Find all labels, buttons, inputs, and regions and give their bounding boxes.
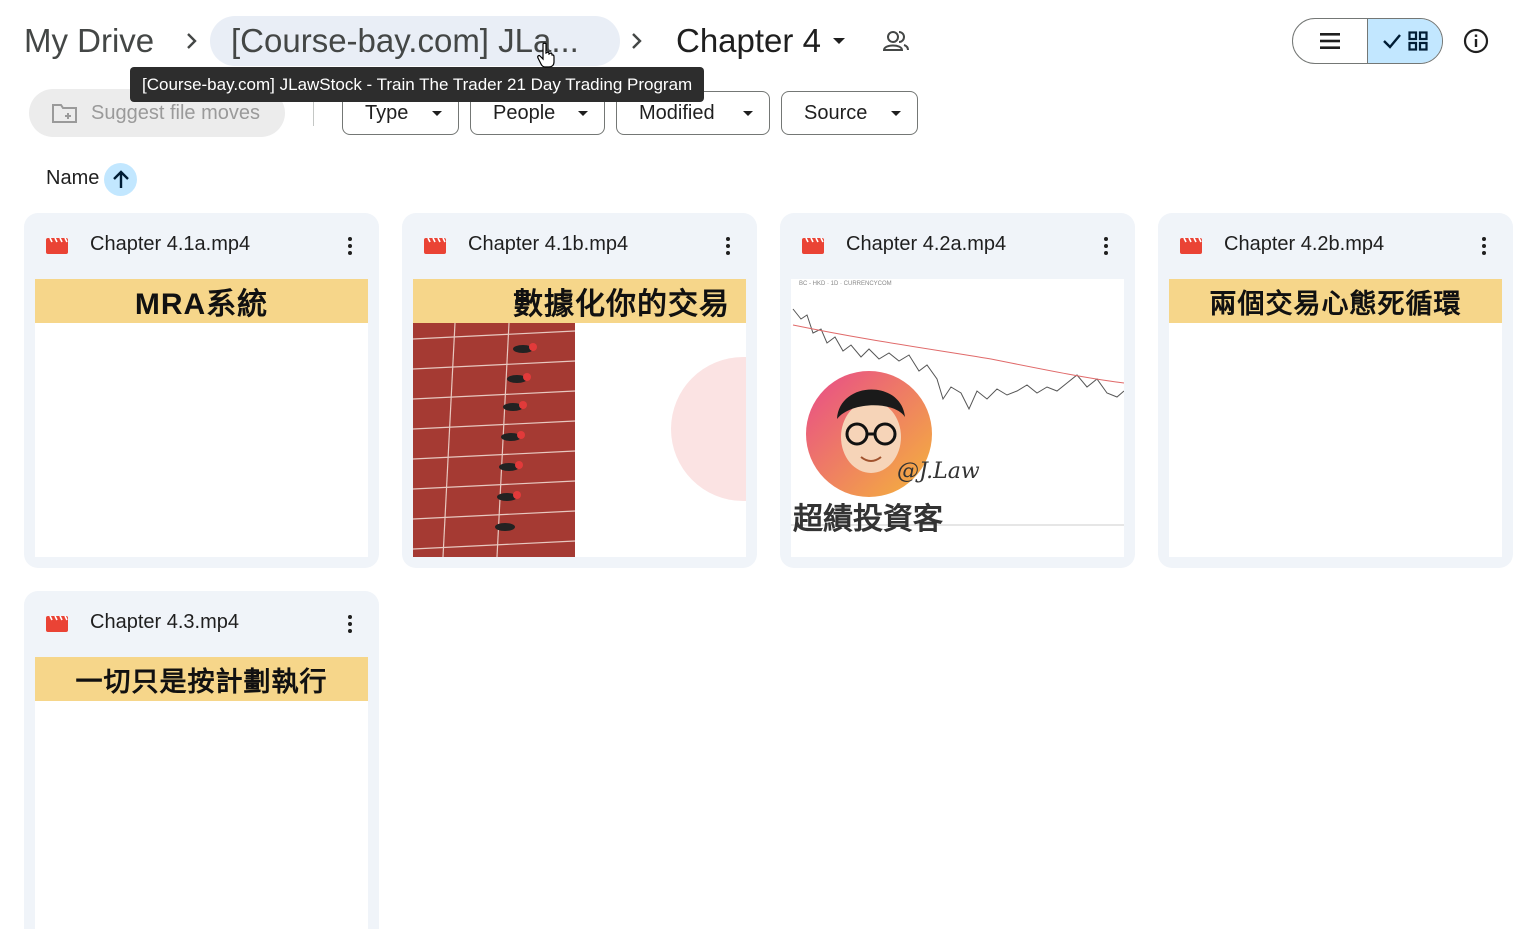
file-name: Chapter 4.3.mp4 xyxy=(90,611,239,633)
video-file-icon xyxy=(1180,237,1202,254)
filter-divider xyxy=(313,100,314,126)
file-thumbnail: 兩個交易心態死循環 xyxy=(1169,279,1502,557)
video-file-icon xyxy=(46,237,68,254)
file-name: Chapter 4.1b.mp4 xyxy=(468,233,629,255)
dropdown-arrow-icon xyxy=(578,110,588,116)
grid-view-button[interactable] xyxy=(1368,19,1442,63)
file-card[interactable]: Chapter 4.1b.mp4 數據化你的交易 xyxy=(402,213,757,568)
file-name: Chapter 4.2a.mp4 xyxy=(846,233,1007,255)
suggest-file-moves-label: Suggest file moves xyxy=(91,101,260,124)
list-view-button[interactable] xyxy=(1293,19,1368,63)
thumbnail-banner: 一切只是按計劃執行 xyxy=(35,657,368,701)
sort-direction-button[interactable] xyxy=(104,163,137,196)
thumbnail-banner: MRA系統 xyxy=(35,279,368,323)
folder-suggest-icon xyxy=(52,104,77,123)
thumbnail-overlay-text: 超績投資客 xyxy=(793,503,943,536)
file-thumbnail: MRA系統 xyxy=(35,279,368,557)
file-card[interactable]: Chapter 4.2b.mp4 兩個交易心態死循環 xyxy=(1158,213,1513,568)
file-thumbnail: 一切只是按計劃執行 xyxy=(35,657,368,929)
breadcrumb-my-drive[interactable]: My Drive xyxy=(24,16,154,66)
file-name: Chapter 4.2b.mp4 xyxy=(1224,233,1385,255)
type-filter-label: Type xyxy=(365,101,409,124)
source-filter-label: Source xyxy=(804,101,868,124)
more-actions-button[interactable] xyxy=(1098,235,1114,257)
file-thumbnail: 數據化你的交易 xyxy=(413,279,746,557)
breadcrumb-current-label: Chapter 4 xyxy=(676,22,821,59)
hand-cursor-icon xyxy=(537,42,555,68)
file-name: Chapter 4.1a.mp4 xyxy=(90,233,251,255)
people-filter-label: People xyxy=(493,101,556,124)
more-actions-button[interactable] xyxy=(1476,235,1492,257)
dropdown-arrow-icon xyxy=(891,110,901,116)
file-thumbnail: BC - HKD · 1D · CURRENCYCOM @J.Law 超績投資客 xyxy=(791,279,1124,557)
chevron-right-icon xyxy=(632,33,642,49)
sort-by-name[interactable]: Name xyxy=(46,167,99,190)
video-file-icon xyxy=(802,237,824,254)
chevron-right-icon xyxy=(187,33,197,49)
more-actions-button[interactable] xyxy=(720,235,736,257)
more-actions-button[interactable] xyxy=(342,235,358,257)
grid-icon xyxy=(1408,31,1428,51)
shared-people-icon[interactable] xyxy=(882,28,910,54)
thumbnail-banner: 數據化你的交易 xyxy=(413,279,746,323)
thumbnail-banner: 兩個交易心態死循環 xyxy=(1169,279,1502,323)
dropdown-arrow-icon xyxy=(743,110,753,116)
video-file-icon xyxy=(424,237,446,254)
list-icon xyxy=(1320,33,1340,49)
modified-filter-label: Modified xyxy=(639,101,715,124)
breadcrumb-current-folder[interactable]: Chapter 4 xyxy=(676,16,845,66)
breadcrumb-tooltip: [Course-bay.com] JLawStock - Train The T… xyxy=(130,67,705,102)
check-icon xyxy=(1383,34,1401,49)
signature-text: @J.Law xyxy=(897,459,980,484)
view-toggle xyxy=(1292,18,1443,64)
video-file-icon xyxy=(46,615,68,632)
more-actions-button[interactable] xyxy=(342,613,358,635)
info-icon[interactable] xyxy=(1462,27,1490,55)
arrow-up-icon xyxy=(112,169,129,188)
drive-window: { "breadcrumb": { "root": "My Drive", "p… xyxy=(0,0,1529,929)
breadcrumb-course-folder[interactable]: [Course-bay.com] JLa... xyxy=(210,16,620,66)
dropdown-arrow-icon xyxy=(832,38,845,44)
dropdown-arrow-icon xyxy=(432,110,442,116)
file-card[interactable]: Chapter 4.1a.mp4 MRA系統 xyxy=(24,213,379,568)
source-filter-chip[interactable]: Source xyxy=(781,91,918,135)
file-card[interactable]: Chapter 4.2a.mp4 BC - HKD · 1D · CURRENC… xyxy=(780,213,1135,568)
file-card[interactable]: Chapter 4.3.mp4 一切只是按計劃執行 xyxy=(24,591,379,929)
